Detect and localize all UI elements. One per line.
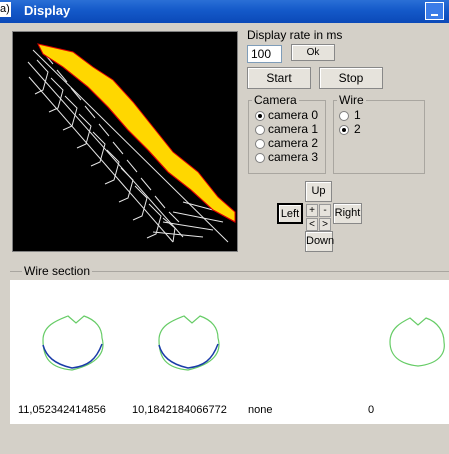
- figure-label: a): [0, 2, 11, 17]
- rotate-left-button[interactable]: <: [306, 218, 318, 231]
- camera-3-label[interactable]: camera 3: [268, 150, 318, 164]
- wire-2-label[interactable]: 2: [354, 122, 361, 136]
- wire-2-radio[interactable]: [339, 125, 349, 135]
- wire-1-label[interactable]: 1: [354, 108, 361, 122]
- wire-3d-render: [27, 43, 236, 243]
- rotate-right-button[interactable]: >: [319, 218, 331, 231]
- camera-1-label[interactable]: camera 1: [268, 122, 318, 136]
- wire-profile-2: [158, 315, 220, 371]
- camera-group-title: Camera: [252, 93, 299, 107]
- left-button[interactable]: Left: [277, 203, 303, 224]
- section-value-3: none: [248, 404, 273, 416]
- camera-3-radio[interactable]: [255, 153, 265, 163]
- camera-2-radio[interactable]: [255, 139, 265, 149]
- stop-button[interactable]: Stop: [319, 67, 383, 89]
- start-button[interactable]: Start: [247, 67, 311, 89]
- wire-1-radio[interactable]: [339, 111, 349, 121]
- camera-2-label[interactable]: camera 2: [268, 136, 318, 150]
- ok-button[interactable]: Ok: [291, 44, 335, 61]
- section-value-2: 10,1842184066772: [132, 404, 227, 416]
- minimize-icon: [431, 14, 438, 16]
- down-button[interactable]: Down: [305, 231, 334, 252]
- wire-profile-1: [42, 315, 104, 371]
- up-button[interactable]: Up: [305, 181, 332, 202]
- wire-section-chart: [42, 315, 445, 371]
- right-button[interactable]: Right: [333, 203, 362, 224]
- wire-group-title: Wire: [337, 93, 366, 107]
- camera-1-radio[interactable]: [255, 125, 265, 135]
- zoom-in-button[interactable]: +: [306, 204, 318, 217]
- section-value-1: 11,052342414856: [18, 404, 106, 416]
- window-title: Display: [24, 3, 71, 18]
- wire-profile-4: [389, 317, 445, 367]
- section-value-4: 0: [368, 404, 375, 416]
- minimize-button[interactable]: [425, 2, 444, 20]
- wire-measured-2: [158, 343, 219, 369]
- camera-0-radio[interactable]: [255, 111, 265, 121]
- 3d-viewport[interactable]: [12, 31, 238, 252]
- camera-0-label[interactable]: camera 0: [268, 108, 318, 122]
- display-rate-input[interactable]: 100: [247, 45, 282, 63]
- wire-measured-1: [42, 343, 103, 369]
- zoom-out-button[interactable]: -: [319, 204, 331, 217]
- wire-section-title: Wire section: [22, 264, 93, 278]
- display-rate-label: Display rate in ms: [247, 28, 343, 42]
- wire-section-panel: [10, 280, 449, 424]
